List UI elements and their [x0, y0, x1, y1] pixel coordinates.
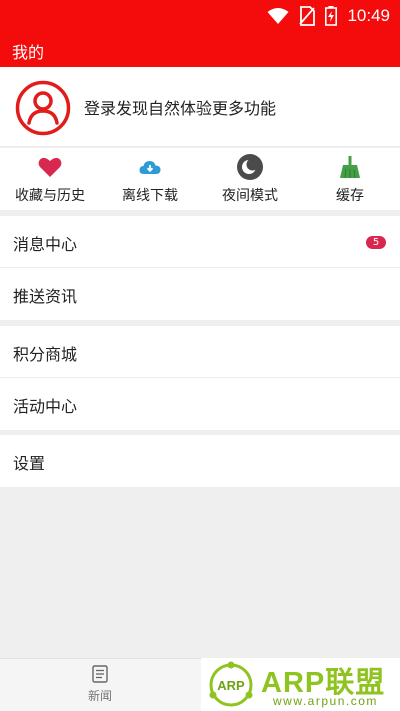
status-icons: 10:49	[267, 5, 390, 27]
avatar-icon[interactable]	[15, 80, 71, 136]
night-mode-button[interactable]: 夜间模式	[200, 148, 300, 210]
quick-actions: 收藏与历史 离线下载 夜间模式 缓存	[0, 148, 400, 210]
watermark-url: www.arpun.com	[273, 694, 378, 708]
status-time: 10:49	[347, 6, 390, 25]
message-center-item[interactable]: 消息中心 5	[0, 216, 400, 268]
moon-icon	[237, 154, 263, 180]
quick-label-offline: 离线下载	[122, 188, 178, 204]
menu-group-messages: 消息中心 5 推送资讯	[0, 216, 400, 320]
status-bar: 10:49	[0, 0, 400, 33]
push-news-label: 推送资讯	[13, 287, 78, 306]
wifi-icon	[267, 8, 289, 24]
watermark: ARP ARP联盟 www.arpun.com	[201, 658, 400, 711]
watermark-logo-text: ARP	[217, 678, 245, 693]
points-mall-item[interactable]: 积分商城	[0, 326, 400, 378]
activity-center-label: 活动中心	[13, 397, 78, 416]
app-bar: 我的	[0, 33, 400, 67]
quick-label-cache: 缓存	[336, 188, 364, 204]
page-title: 我的	[12, 43, 45, 62]
no-sim-icon	[299, 6, 316, 26]
arp-logo-icon: ARP	[209, 661, 253, 707]
newspaper-icon	[92, 665, 108, 683]
points-mall-label: 积分商城	[13, 345, 78, 364]
broom-icon	[337, 154, 363, 180]
cloud-download-icon	[137, 154, 163, 180]
heart-icon	[37, 154, 63, 180]
push-news-item[interactable]: 推送资讯	[0, 268, 400, 320]
quick-label-favorites: 收藏与历史	[15, 188, 85, 204]
favorites-history-button[interactable]: 收藏与历史	[0, 148, 100, 210]
login-banner[interactable]: 登录发现自然体验更多功能	[0, 67, 400, 147]
activity-center-item[interactable]: 活动中心	[0, 378, 400, 430]
menu-group-settings: 设置	[0, 435, 400, 487]
tab-news[interactable]: 新闻	[70, 665, 130, 704]
cache-button[interactable]: 缓存	[300, 148, 400, 210]
settings-item[interactable]: 设置	[0, 435, 400, 487]
quick-label-night: 夜间模式	[222, 188, 278, 204]
tab-news-label: 新闻	[87, 689, 112, 703]
offline-download-button[interactable]: 离线下载	[100, 148, 200, 210]
menu-group-points: 积分商城 活动中心	[0, 326, 400, 430]
battery-charging-icon	[325, 6, 338, 26]
message-center-label: 消息中心	[13, 235, 78, 254]
login-prompt[interactable]: 登录发现自然体验更多功能	[84, 95, 276, 119]
unread-badge: 5	[366, 236, 386, 249]
settings-label: 设置	[13, 454, 46, 473]
